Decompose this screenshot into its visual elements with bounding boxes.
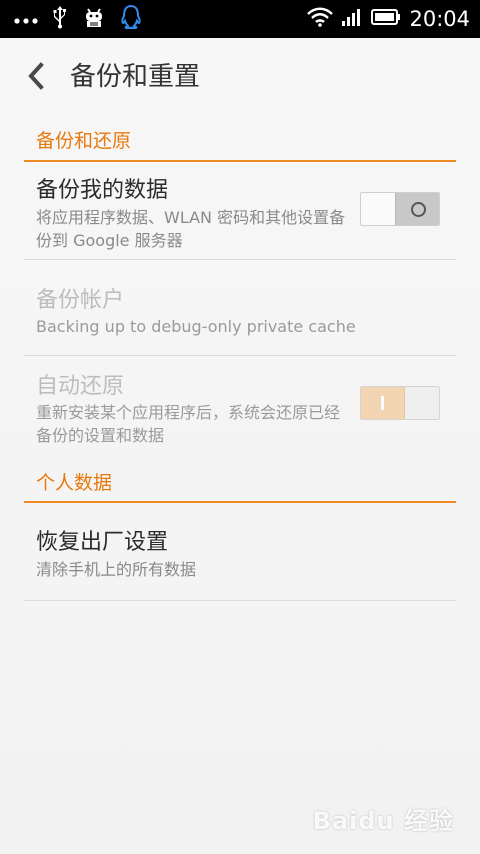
status-bar: 20:04 [0, 0, 480, 38]
signal-icon [341, 7, 363, 31]
back-button[interactable] [24, 60, 48, 92]
row-backup-account[interactable]: 备份帐户 Backing up to debug-only private ca… [24, 260, 456, 356]
status-bar-left [14, 0, 142, 38]
row-auto-restore[interactable]: 自动还原 重新安装某个应用程序后，系统会还原已经备份的设置和数据 [24, 356, 456, 450]
qq-icon [120, 4, 142, 34]
more-dots-icon [14, 10, 38, 29]
section-header-label: 备份和还原 [36, 130, 132, 152]
row-title: 自动还原 [36, 374, 125, 399]
section-backup-restore: 备份和还原 [24, 118, 456, 162]
row-backup-my-data[interactable]: 备份我的数据 将应用程序数据、WLAN 密码和其他设置备份到 Google 服务… [24, 162, 456, 260]
toggle-knob [395, 193, 439, 225]
section-personal-data: 个人数据 [24, 460, 456, 503]
auto-restore-toggle[interactable] [360, 386, 440, 420]
row-title: 备份我的数据 [36, 178, 169, 203]
android-debug-icon [82, 5, 106, 33]
row-subtitle: 清除手机上的所有数据 [36, 560, 197, 579]
page-title: 备份和重置 [70, 62, 201, 92]
wifi-icon [307, 7, 334, 31]
row-title: 备份帐户 [36, 288, 125, 313]
toggle-knob [361, 387, 405, 419]
row-subtitle: 重新安装某个应用程序后，系统会还原已经备份的设置和数据 [36, 403, 341, 445]
row-factory-reset[interactable]: 恢复出厂设置 清除手机上的所有数据 [24, 503, 456, 601]
row-subtitle: 将应用程序数据、WLAN 密码和其他设置备份到 Google 服务器 [36, 208, 346, 250]
section-header-label: 个人数据 [36, 472, 113, 494]
header: 备份和重置 [0, 38, 480, 114]
row-title: 恢复出厂设置 [36, 530, 169, 555]
settings-screen: 备份和重置 备份和还原 备份我的数据 将应用程序数据、WLAN 密码和其他设置备… [0, 38, 480, 854]
status-bar-right: 20:04 [307, 0, 470, 38]
backup-data-toggle[interactable] [360, 192, 440, 226]
watermark-logo: Baidu 经验 [312, 807, 454, 835]
usb-icon [52, 5, 68, 33]
status-time: 20:04 [409, 7, 470, 31]
chevron-left-icon [28, 62, 44, 90]
row-subtitle: Backing up to debug-only private cache [36, 317, 356, 336]
battery-icon [371, 8, 401, 30]
